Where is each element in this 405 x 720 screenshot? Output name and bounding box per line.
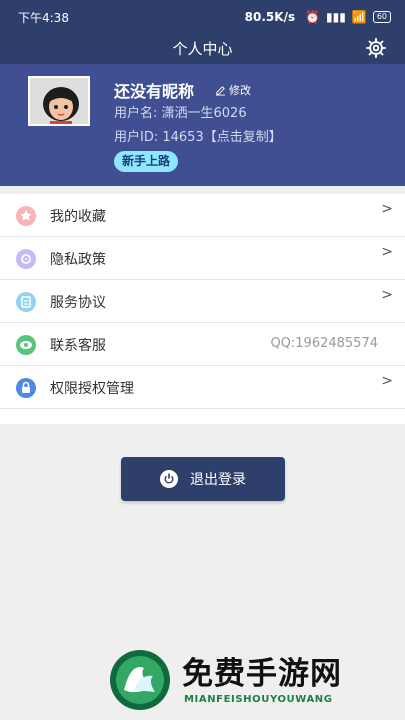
edit-label: 修改	[229, 84, 251, 97]
gear-icon[interactable]	[365, 37, 387, 59]
menu-label: 隐私政策	[50, 252, 106, 268]
watermark-title: 免费手游网	[182, 656, 342, 692]
agreement-icon	[16, 292, 36, 312]
newbie-badge: 新手上路	[114, 151, 179, 172]
watermark: 免费手游网 MIANFEISHOUYOUWANG	[106, 646, 398, 716]
avatar[interactable]	[28, 76, 90, 126]
chevron-right-icon: >	[381, 373, 393, 389]
menu-item-agreement[interactable]: 服务协议 >	[0, 280, 405, 323]
menu-item-privacy[interactable]: 隐私政策 >	[0, 237, 405, 280]
page-title: 个人中心	[172, 40, 233, 58]
logout-label: 退出登录	[190, 472, 246, 488]
cartoon-avatar-icon	[30, 78, 88, 124]
chevron-right-icon: >	[381, 244, 393, 260]
chevron-right-icon: >	[381, 287, 393, 303]
privacy-icon	[16, 249, 36, 269]
edit-profile-link[interactable]: 修改	[215, 82, 251, 98]
menu-item-favorites[interactable]: 我的收藏 >	[0, 194, 405, 237]
watermark-subtitle: MIANFEISHOUYOUWANG	[184, 694, 333, 705]
user-id-copy[interactable]: 用户ID: 14653【点击复制】	[114, 126, 282, 145]
status-icons: 80.5K/s ⏰ ▮▮▮ 📶 60	[128, 10, 391, 24]
power-icon	[160, 470, 178, 488]
menu-bottom-padding	[0, 409, 405, 424]
alarm-icon: ⏰	[305, 10, 321, 24]
settings-menu: 我的收藏 > 隐私政策 > 服务协议 > 联系客服 QQ:1962485574 …	[0, 194, 405, 424]
status-bar: 下午4:38 80.5K/s ⏰ ▮▮▮ 📶 60	[0, 0, 405, 34]
star-icon	[16, 206, 36, 226]
menu-label: 联系客服	[50, 338, 106, 354]
menu-label: 我的收藏	[50, 209, 106, 225]
support-icon	[16, 335, 36, 355]
menu-item-permissions[interactable]: 权限授权管理 >	[0, 366, 405, 409]
status-time: 下午4:38	[18, 10, 69, 25]
chevron-right-icon: >	[381, 201, 393, 217]
logout-button[interactable]: 退出登录	[121, 457, 285, 501]
edit-icon	[215, 85, 226, 96]
title-bar: 个人中心	[0, 34, 405, 64]
username-text: 用户名: 潇洒一生6026	[114, 106, 247, 121]
battery-icon: 60	[372, 11, 391, 23]
nickname: 还没有昵称	[114, 82, 195, 101]
lock-icon	[16, 378, 36, 398]
network-speed: 80.5K/s	[244, 10, 296, 24]
wifi-icon: 📶	[351, 10, 367, 24]
signal-icon: ▮▮▮	[326, 10, 346, 24]
qq-number: QQ:1962485574	[270, 336, 378, 351]
menu-item-customer-service[interactable]: 联系客服 QQ:1962485574	[0, 323, 405, 366]
menu-label: 服务协议	[50, 295, 106, 311]
watermark-logo-icon	[110, 650, 170, 710]
profile-card: 还没有昵称 修改 用户名: 潇洒一生6026 用户ID: 14653【点击复制】…	[0, 64, 405, 186]
menu-label: 权限授权管理	[50, 381, 134, 397]
